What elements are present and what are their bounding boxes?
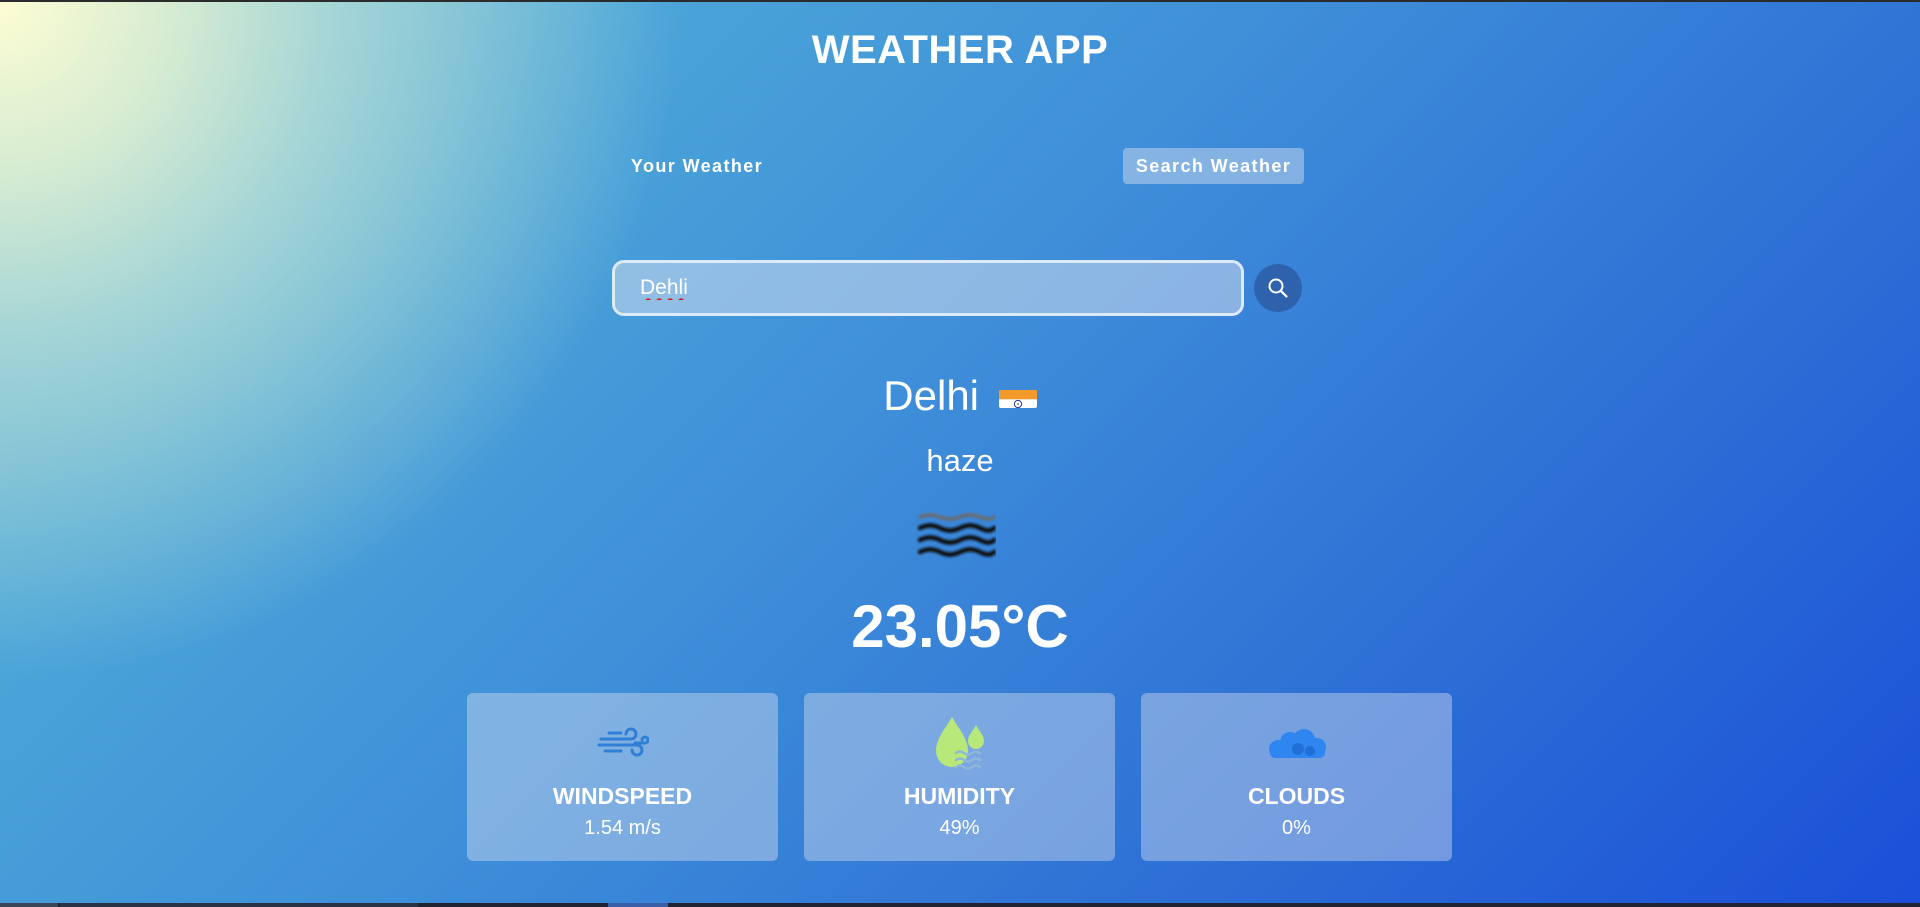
- humidity-card: HUMIDITY 49%: [804, 693, 1115, 861]
- clouds-card: CLOUDS 0%: [1141, 693, 1452, 861]
- city-name: Delhi: [883, 372, 980, 419]
- humidity-icon: [804, 713, 1115, 773]
- clouds-label: CLOUDS: [1247, 783, 1346, 809]
- search-button[interactable]: [1254, 264, 1302, 312]
- tab-your-weather[interactable]: Your Weather: [612, 148, 782, 184]
- clouds-value: 0%: [1282, 817, 1311, 839]
- windspeed-card: WINDSPEED 1.54 m/s: [467, 693, 778, 861]
- city-search-input[interactable]: [612, 260, 1244, 316]
- weather-description: haze: [926, 443, 994, 478]
- taskbar-segment: [60, 903, 418, 907]
- tab-bar: Your Weather Search Weather: [612, 148, 1304, 184]
- haze-icon: [916, 512, 997, 564]
- window-top-border: [0, 0, 1920, 2]
- bottom-taskbar-edge: [0, 903, 1920, 907]
- windspeed-value: 1.54 m/s: [584, 817, 661, 839]
- wind-icon: [467, 713, 778, 773]
- windspeed-label: WINDSPEED: [552, 783, 693, 809]
- taskbar-segment: [0, 903, 58, 907]
- search-form: [612, 258, 1304, 318]
- india-flag-icon: [998, 380, 1037, 408]
- tab-search-weather[interactable]: Search Weather: [1123, 148, 1304, 184]
- app-title: WEATHER APP: [811, 28, 1109, 72]
- humidity-label: HUMIDITY: [903, 783, 1016, 809]
- taskbar-segment: [608, 903, 668, 907]
- city-heading: Delhi: [0, 372, 1920, 420]
- humidity-value: 49%: [939, 817, 980, 839]
- temperature-value: 23.05°C: [851, 593, 1069, 660]
- clouds-icon: [1141, 713, 1452, 773]
- search-icon: [1268, 278, 1288, 298]
